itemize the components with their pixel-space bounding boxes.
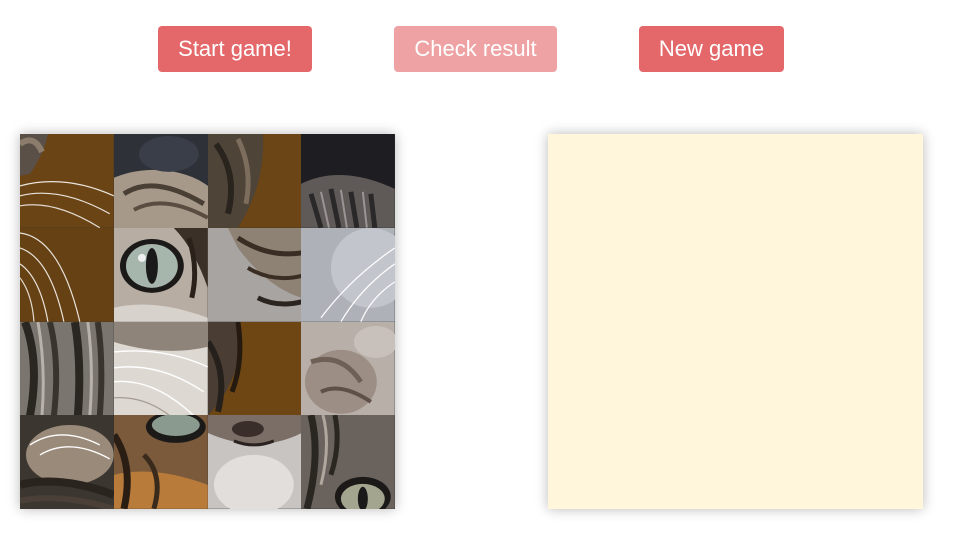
tile-eye-right-half-image [113,415,208,509]
puzzle-tile[interactable] [113,415,208,509]
game-stage: Start game! Check result New game [0,0,965,536]
check-result-button[interactable]: Check result [394,26,557,72]
start-game-button[interactable]: Start game! [158,26,312,72]
tile-nose-image [207,415,302,509]
tile-ear-brown-image [207,134,302,228]
puzzle-tile[interactable] [301,227,395,322]
puzzle-tile[interactable] [20,227,114,322]
puzzle-tile[interactable] [113,321,208,416]
tile-chin-fur-image [20,415,114,509]
puzzle-board [20,134,395,509]
tile-muzzle-white-image [113,321,208,416]
puzzle-tile[interactable] [207,227,302,322]
puzzle-tile[interactable] [20,415,114,509]
puzzle-drop-area[interactable] [548,134,923,509]
puzzle-tile[interactable] [207,321,302,416]
tile-stripes-image [20,321,114,416]
puzzle-tile[interactable] [301,415,395,509]
tile-eye-bottom-image [301,415,395,509]
tile-whiskers-brown-image [20,134,114,228]
puzzle-tile[interactable] [207,415,302,509]
tile-fur-top-image [113,134,208,228]
puzzle-tile[interactable] [113,227,208,322]
puzzle-tile[interactable] [207,134,302,228]
puzzle-tile[interactable] [301,321,395,416]
puzzle-tile[interactable] [113,134,208,228]
tile-whiskers-gray-image [301,227,395,322]
new-game-button[interactable]: New game [639,26,784,72]
tile-dark-fur-image [301,134,395,228]
tile-fur-light-image [301,321,395,416]
puzzle-tile[interactable] [20,321,114,416]
puzzle-tile[interactable] [301,134,395,228]
tile-ear-edge-image [207,321,302,416]
tile-whiskers-long-image [20,227,114,322]
puzzle-tile[interactable] [20,134,114,228]
tile-eye-left-image [113,227,208,322]
tile-cheek-gray-image [207,227,302,322]
